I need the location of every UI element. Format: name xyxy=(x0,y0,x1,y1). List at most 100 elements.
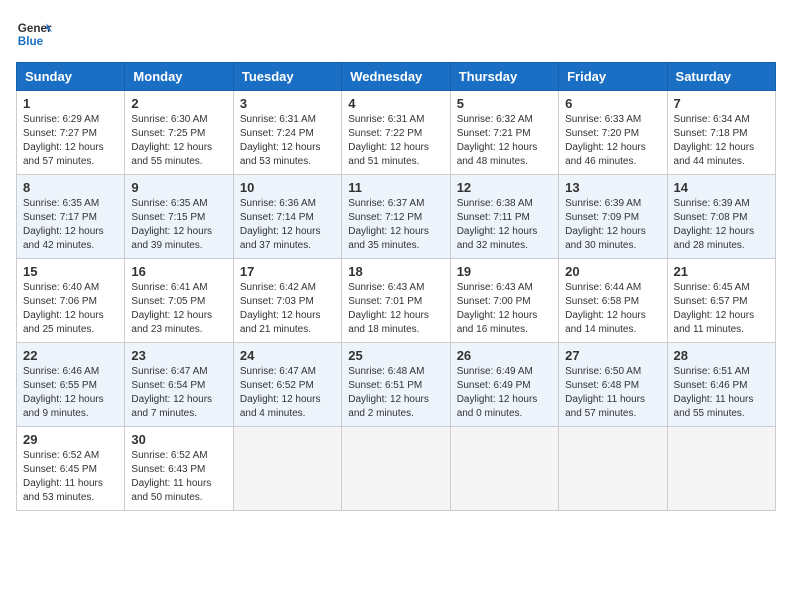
day-number: 29 xyxy=(23,432,118,447)
day-number: 10 xyxy=(240,180,335,195)
day-cell-25: 25 Sunrise: 6:48 AM Sunset: 6:51 PM Dayli… xyxy=(342,343,450,427)
day-info: Sunrise: 6:48 AM Sunset: 6:51 PM Dayligh… xyxy=(348,365,443,421)
day-cell-8: 8 Sunrise: 6:35 AM Sunset: 7:17 PM Daylig… xyxy=(17,175,125,259)
day-cell-30: 30 Sunrise: 6:52 AM Sunset: 6:43 PM Dayli… xyxy=(125,427,233,511)
day-cell-9: 9 Sunrise: 6:35 AM Sunset: 7:15 PM Daylig… xyxy=(125,175,233,259)
day-cell-23: 23 Sunrise: 6:47 AM Sunset: 6:54 PM Dayli… xyxy=(125,343,233,427)
day-cell-5: 5Sunrise: 6:32 AM Sunset: 7:21 PM Daylig… xyxy=(450,91,558,175)
empty-cell xyxy=(559,427,667,511)
weekday-header-sunday: Sunday xyxy=(17,63,125,91)
day-cell-15: 15 Sunrise: 6:40 AM Sunset: 7:06 PM Dayli… xyxy=(17,259,125,343)
day-cell-13: 13 Sunrise: 6:39 AM Sunset: 7:09 PM Dayli… xyxy=(559,175,667,259)
weekday-header-monday: Monday xyxy=(125,63,233,91)
day-cell-2: 2 Sunrise: 6:30 AM Sunset: 7:25 PM Daylig… xyxy=(125,91,233,175)
day-number: 23 xyxy=(131,348,226,363)
day-cell-7: 7 Sunrise: 6:34 AM Sunset: 7:18 PM Daylig… xyxy=(667,91,775,175)
day-number: 18 xyxy=(348,264,443,279)
day-info: Sunrise: 6:33 AM Sunset: 7:20 PM Dayligh… xyxy=(565,113,660,169)
day-number: 6 xyxy=(565,96,660,111)
day-info: Sunrise: 6:51 AM Sunset: 6:46 PM Dayligh… xyxy=(674,365,769,421)
empty-cell xyxy=(342,427,450,511)
day-number: 30 xyxy=(131,432,226,447)
day-info: Sunrise: 6:39 AM Sunset: 7:08 PM Dayligh… xyxy=(674,197,769,253)
day-info: Sunrise: 6:39 AM Sunset: 7:09 PM Dayligh… xyxy=(565,197,660,253)
day-cell-1: 1 Sunrise: 6:29 AM Sunset: 7:27 PM Daylig… xyxy=(17,91,125,175)
day-cell-6: 6 Sunrise: 6:33 AM Sunset: 7:20 PM Daylig… xyxy=(559,91,667,175)
calendar-week-2: 8 Sunrise: 6:35 AM Sunset: 7:17 PM Daylig… xyxy=(17,175,776,259)
day-cell-16: 16Sunrise: 6:41 AM Sunset: 7:05 PM Dayli… xyxy=(125,259,233,343)
day-info: Sunrise: 6:36 AM Sunset: 7:14 PM Dayligh… xyxy=(240,197,335,253)
day-info: Sunrise: 6:32 AM Sunset: 7:21 PM Dayligh… xyxy=(457,113,552,169)
weekday-header-thursday: Thursday xyxy=(450,63,558,91)
day-info: Sunrise: 6:47 AM Sunset: 6:52 PM Dayligh… xyxy=(240,365,335,421)
day-cell-26: 26Sunrise: 6:49 AM Sunset: 6:49 PM Dayli… xyxy=(450,343,558,427)
day-info: Sunrise: 6:52 AM Sunset: 6:45 PM Dayligh… xyxy=(23,449,118,505)
day-info: Sunrise: 6:40 AM Sunset: 7:06 PM Dayligh… xyxy=(23,281,118,337)
weekday-header-saturday: Saturday xyxy=(667,63,775,91)
empty-cell xyxy=(450,427,558,511)
day-number: 12 xyxy=(457,180,552,195)
day-number: 28 xyxy=(674,348,769,363)
day-number: 8 xyxy=(23,180,118,195)
day-number: 21 xyxy=(674,264,769,279)
day-info: Sunrise: 6:46 AM Sunset: 6:55 PM Dayligh… xyxy=(23,365,118,421)
day-info: Sunrise: 6:34 AM Sunset: 7:18 PM Dayligh… xyxy=(674,113,769,169)
day-info: Sunrise: 6:45 AM Sunset: 6:57 PM Dayligh… xyxy=(674,281,769,337)
day-cell-24: 24Sunrise: 6:47 AM Sunset: 6:52 PM Dayli… xyxy=(233,343,341,427)
day-cell-4: 4 Sunrise: 6:31 AM Sunset: 7:22 PM Daylig… xyxy=(342,91,450,175)
day-number: 15 xyxy=(23,264,118,279)
day-cell-12: 12 Sunrise: 6:38 AM Sunset: 7:11 PM Dayli… xyxy=(450,175,558,259)
day-info: Sunrise: 6:30 AM Sunset: 7:25 PM Dayligh… xyxy=(131,113,226,169)
day-info: Sunrise: 6:38 AM Sunset: 7:11 PM Dayligh… xyxy=(457,197,552,253)
day-number: 17 xyxy=(240,264,335,279)
day-number: 13 xyxy=(565,180,660,195)
weekday-header-friday: Friday xyxy=(559,63,667,91)
day-number: 9 xyxy=(131,180,226,195)
day-info: Sunrise: 6:44 AM Sunset: 6:58 PM Dayligh… xyxy=(565,281,660,337)
day-number: 26 xyxy=(457,348,552,363)
day-cell-10: 10 Sunrise: 6:36 AM Sunset: 7:14 PM Dayli… xyxy=(233,175,341,259)
day-cell-18: 18 Sunrise: 6:43 AM Sunset: 7:01 PM Dayli… xyxy=(342,259,450,343)
day-info: Sunrise: 6:43 AM Sunset: 7:00 PM Dayligh… xyxy=(457,281,552,337)
weekday-header-tuesday: Tuesday xyxy=(233,63,341,91)
day-info: Sunrise: 6:35 AM Sunset: 7:15 PM Dayligh… xyxy=(131,197,226,253)
day-number: 7 xyxy=(674,96,769,111)
day-cell-3: 3Sunrise: 6:31 AM Sunset: 7:24 PM Daylig… xyxy=(233,91,341,175)
calendar: SundayMondayTuesdayWednesdayThursdayFrid… xyxy=(16,62,776,511)
day-info: Sunrise: 6:35 AM Sunset: 7:17 PM Dayligh… xyxy=(23,197,118,253)
day-cell-14: 14 Sunrise: 6:39 AM Sunset: 7:08 PM Dayli… xyxy=(667,175,775,259)
day-number: 4 xyxy=(348,96,443,111)
day-number: 14 xyxy=(674,180,769,195)
day-cell-28: 28 Sunrise: 6:51 AM Sunset: 6:46 PM Dayli… xyxy=(667,343,775,427)
day-number: 22 xyxy=(23,348,118,363)
day-number: 2 xyxy=(131,96,226,111)
logo: General Blue xyxy=(16,16,56,52)
empty-cell xyxy=(233,427,341,511)
calendar-week-1: 1 Sunrise: 6:29 AM Sunset: 7:27 PM Daylig… xyxy=(17,91,776,175)
day-number: 1 xyxy=(23,96,118,111)
header: General Blue xyxy=(16,16,776,52)
day-cell-29: 29 Sunrise: 6:52 AM Sunset: 6:45 PM Dayli… xyxy=(17,427,125,511)
day-number: 27 xyxy=(565,348,660,363)
calendar-week-4: 22 Sunrise: 6:46 AM Sunset: 6:55 PM Dayli… xyxy=(17,343,776,427)
empty-cell xyxy=(667,427,775,511)
weekday-header-wednesday: Wednesday xyxy=(342,63,450,91)
svg-text:Blue: Blue xyxy=(18,35,44,48)
day-info: Sunrise: 6:50 AM Sunset: 6:48 PM Dayligh… xyxy=(565,365,660,421)
day-info: Sunrise: 6:42 AM Sunset: 7:03 PM Dayligh… xyxy=(240,281,335,337)
calendar-week-5: 29 Sunrise: 6:52 AM Sunset: 6:45 PM Dayli… xyxy=(17,427,776,511)
day-number: 25 xyxy=(348,348,443,363)
day-info: Sunrise: 6:47 AM Sunset: 6:54 PM Dayligh… xyxy=(131,365,226,421)
day-cell-17: 17 Sunrise: 6:42 AM Sunset: 7:03 PM Dayli… xyxy=(233,259,341,343)
day-info: Sunrise: 6:52 AM Sunset: 6:43 PM Dayligh… xyxy=(131,449,226,505)
day-info: Sunrise: 6:31 AM Sunset: 7:22 PM Dayligh… xyxy=(348,113,443,169)
day-info: Sunrise: 6:31 AM Sunset: 7:24 PM Dayligh… xyxy=(240,113,335,169)
day-number: 11 xyxy=(348,180,443,195)
day-cell-11: 11Sunrise: 6:37 AM Sunset: 7:12 PM Dayli… xyxy=(342,175,450,259)
day-info: Sunrise: 6:43 AM Sunset: 7:01 PM Dayligh… xyxy=(348,281,443,337)
day-number: 16 xyxy=(131,264,226,279)
day-info: Sunrise: 6:29 AM Sunset: 7:27 PM Dayligh… xyxy=(23,113,118,169)
calendar-week-3: 15 Sunrise: 6:40 AM Sunset: 7:06 PM Dayli… xyxy=(17,259,776,343)
day-cell-27: 27 Sunrise: 6:50 AM Sunset: 6:48 PM Dayli… xyxy=(559,343,667,427)
day-cell-21: 21 Sunrise: 6:45 AM Sunset: 6:57 PM Dayli… xyxy=(667,259,775,343)
